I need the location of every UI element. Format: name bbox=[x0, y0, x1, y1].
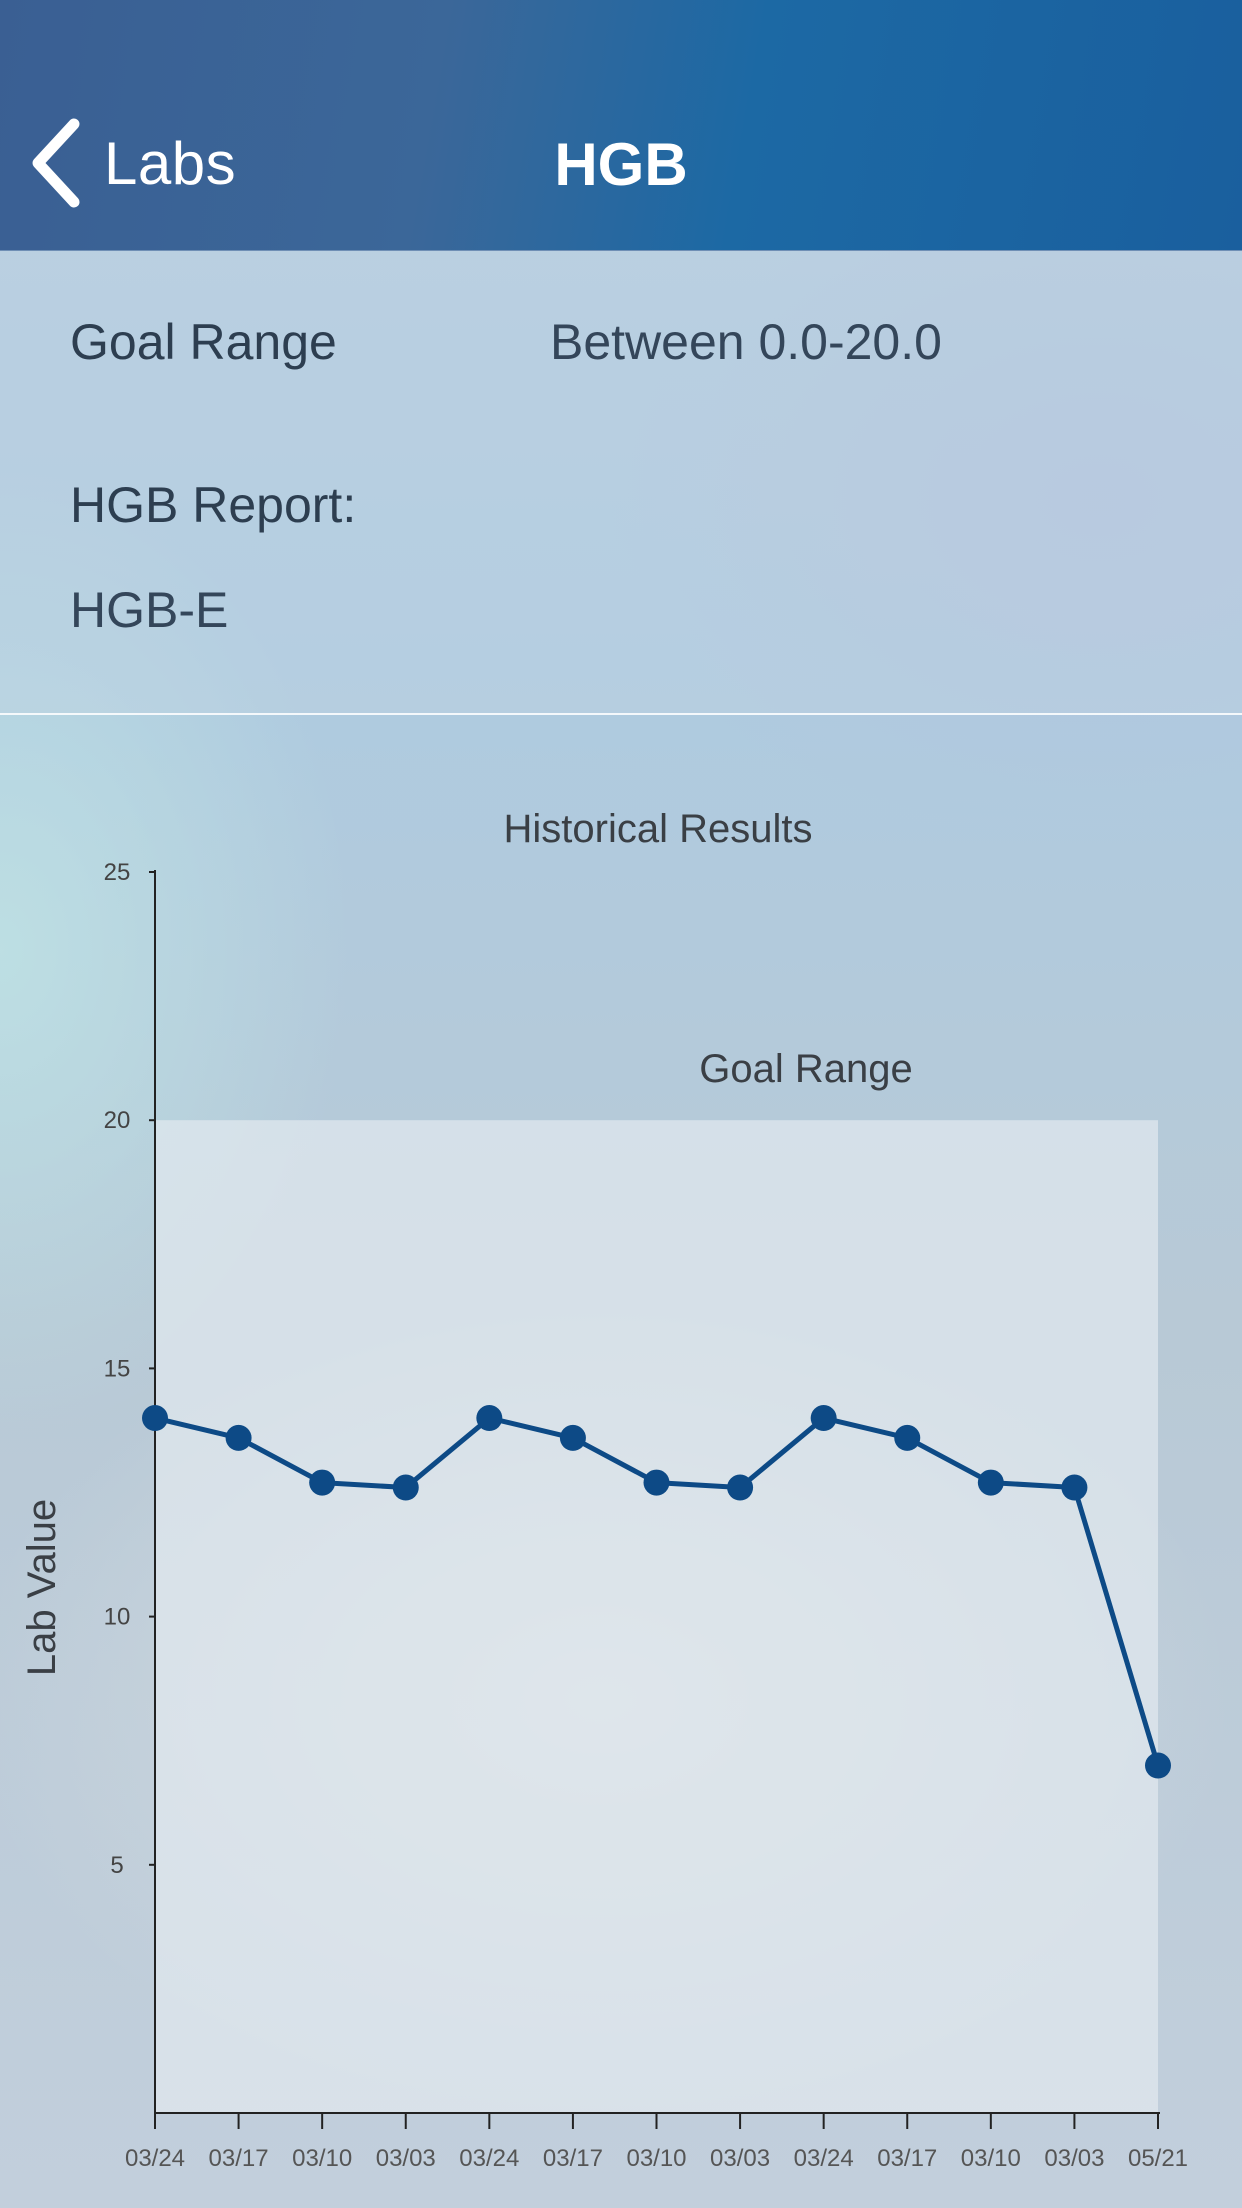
data-point[interactable] bbox=[1145, 1752, 1171, 1779]
x-tick-label: 03/24 bbox=[125, 2145, 185, 2172]
report-label: HGB Report: bbox=[70, 477, 357, 533]
x-tick-label: 03/03 bbox=[376, 2145, 436, 2172]
chart-title: Historical Results bbox=[504, 807, 813, 851]
x-tick-label: 03/10 bbox=[292, 2145, 352, 2172]
data-point[interactable] bbox=[894, 1424, 921, 1451]
lab-info-panel: Goal Range Between 0.0-20.0 HGB Report: … bbox=[0, 251, 1242, 715]
data-point[interactable] bbox=[225, 1424, 252, 1451]
navigation-bar: Labs HGB bbox=[0, 0, 1242, 251]
x-tick-label: 03/10 bbox=[961, 2145, 1021, 2172]
y-axis-ticks: 5 10 15 20 25 bbox=[104, 859, 155, 1879]
data-point[interactable] bbox=[1061, 1474, 1088, 1501]
x-tick-label: 03/24 bbox=[459, 2145, 519, 2172]
report-value: HGB-E bbox=[70, 582, 229, 638]
x-axis-ticks: 03/24 03/17 03/10 03/03 03/24 03/17 03/10 03/03… bbox=[125, 2113, 1188, 2172]
data-point[interactable] bbox=[559, 1424, 586, 1451]
x-tick-label: 03/24 bbox=[794, 2145, 854, 2172]
goal-range-value: Between 0.0-20.0 bbox=[550, 314, 942, 370]
y-tick-label: 5 bbox=[110, 1852, 123, 1879]
y-tick-label: 20 bbox=[104, 1107, 131, 1134]
x-tick-label: 03/10 bbox=[626, 2145, 686, 2172]
x-tick-label: 05/21 bbox=[1128, 2145, 1188, 2172]
y-axis-label: Lab Value bbox=[20, 1499, 64, 1676]
x-tick-label: 03/03 bbox=[1044, 2145, 1104, 2172]
data-point[interactable] bbox=[977, 1469, 1004, 1496]
data-point[interactable] bbox=[142, 1405, 168, 1432]
x-tick-label: 03/03 bbox=[710, 2145, 770, 2172]
data-point[interactable] bbox=[810, 1405, 837, 1432]
y-tick-label: 15 bbox=[104, 1355, 131, 1382]
x-tick-label: 03/17 bbox=[877, 2145, 937, 2172]
goal-range-band bbox=[155, 1120, 1158, 2113]
y-tick-label: 10 bbox=[104, 1604, 131, 1631]
x-tick-label: 03/17 bbox=[209, 2145, 269, 2172]
data-point[interactable] bbox=[392, 1474, 419, 1501]
data-point[interactable] bbox=[727, 1474, 754, 1501]
goal-range-band-label: Goal Range bbox=[699, 1047, 912, 1091]
x-tick-label: 03/17 bbox=[543, 2145, 603, 2172]
data-point[interactable] bbox=[643, 1469, 670, 1496]
y-tick-label: 25 bbox=[104, 859, 131, 886]
page-title: HGB bbox=[554, 131, 688, 198]
chart-canvas: Historical Results Goal Range Lab Value … bbox=[20, 807, 1188, 2172]
goal-range-label: Goal Range bbox=[70, 314, 337, 370]
historical-results-chart: Historical Results Goal Range Lab Value … bbox=[0, 715, 1242, 2208]
data-point[interactable] bbox=[309, 1469, 336, 1496]
data-point[interactable] bbox=[476, 1405, 503, 1432]
